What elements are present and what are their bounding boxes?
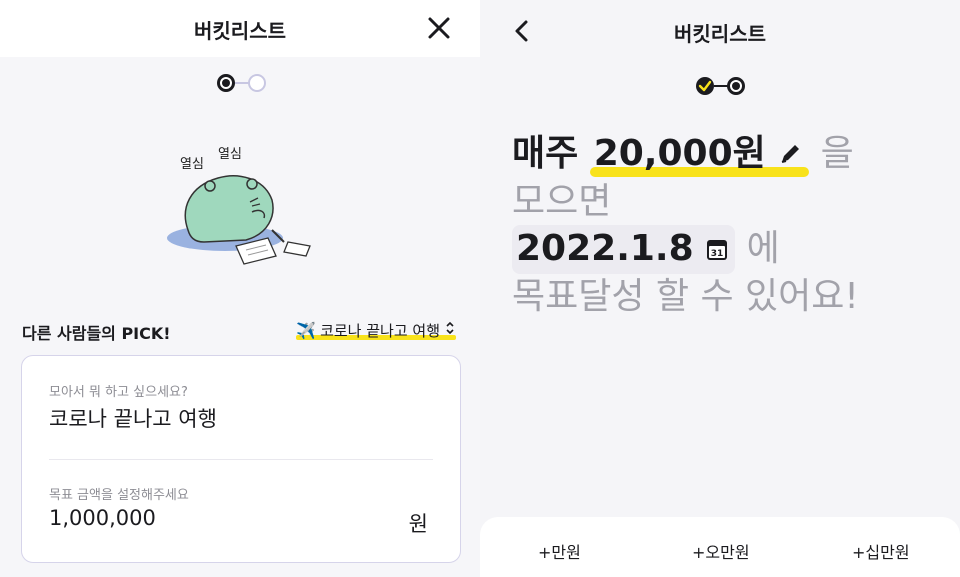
amount-field-label: 목표 금액을 설정해주세요 (49, 488, 189, 503)
illustration-text-left: 열심 (180, 157, 204, 172)
quick-add-bar: +만원 +오만원 +십만원 (480, 517, 960, 577)
add-100000-button[interactable]: +십만원 (852, 539, 910, 563)
goal-prefix: 매주 (512, 133, 579, 174)
step-1-dot-done (696, 77, 714, 95)
goal-form-card: 모아서 뭐 하고 싶으세요? 코로나 끝나고 여행 목표 금액을 설정해주세요 … (21, 355, 461, 563)
top-bar: 버킷리스트 (480, 0, 960, 60)
step-1-dot-active (217, 74, 235, 92)
goal-input[interactable]: 코로나 끝나고 여행 (49, 403, 217, 433)
target-date: 2022.1.8 (516, 228, 694, 269)
close-button[interactable] (426, 15, 452, 41)
bucketlist-form-screen: 버킷리스트 열심 열심 다른 사람들의 PICK! ✈️ 코로나 끝나고 여행 … (0, 0, 480, 577)
weekly-amount: 20,000원 (593, 133, 766, 174)
goal-particle-1: 을 (820, 133, 854, 174)
amount-input[interactable]: 1,000,000 (49, 506, 156, 530)
airplane-icon: ✈️ (296, 320, 317, 340)
step-2-dot-inactive (248, 74, 266, 92)
goal-particle-2: 에 (746, 228, 780, 269)
add-50000-button[interactable]: +오만원 (692, 539, 750, 563)
currency-unit: 원 (408, 512, 428, 536)
frog-character-working-icon: 열심 열심 (160, 138, 330, 273)
goal-line-1: 매주 20,000원 을 (512, 130, 854, 179)
top-bar: 버킷리스트 (0, 0, 480, 57)
step-2-dot-active (727, 77, 745, 95)
goal-line-3: 2022.1.8 31 에 (512, 225, 780, 274)
page-title: 버킷리스트 (674, 22, 766, 46)
pick-row: 다른 사람들의 PICK! ✈️ 코로나 끝나고 여행 (22, 318, 458, 343)
calendar-day: 31 (711, 249, 724, 259)
goal-line-2: 모으면 (512, 181, 612, 222)
pick-selected-value: 코로나 끝나고 여행 (320, 321, 440, 340)
calendar-icon: 31 (705, 227, 729, 274)
pencil-icon (777, 132, 803, 179)
chevron-up-down-icon (444, 321, 456, 339)
step-connector (714, 85, 728, 87)
illustration-text-right: 열심 (218, 147, 242, 162)
page-title: 버킷리스트 (194, 19, 286, 43)
divider (49, 459, 433, 460)
step-indicator (480, 75, 960, 95)
weekly-amount-button[interactable]: 20,000원 (589, 130, 810, 179)
pick-dropdown[interactable]: ✈️ 코로나 끝나고 여행 (296, 318, 456, 342)
pick-label: 다른 사람들의 PICK! (22, 324, 171, 343)
close-icon (428, 17, 450, 39)
target-date-button[interactable]: 2022.1.8 31 (512, 225, 736, 274)
goal-line-4: 목표달성 할 수 있어요! (512, 276, 859, 317)
step-connector (235, 82, 249, 84)
bucketlist-result-screen: 버킷리스트 매주 20,000원 을 모으면 2022.1.8 31 에 목표달… (480, 0, 960, 577)
add-10000-button[interactable]: +만원 (538, 539, 581, 563)
step-indicator (0, 72, 480, 92)
check-icon (698, 80, 712, 92)
goal-field-label: 모아서 뭐 하고 싶으세요? (49, 385, 188, 400)
